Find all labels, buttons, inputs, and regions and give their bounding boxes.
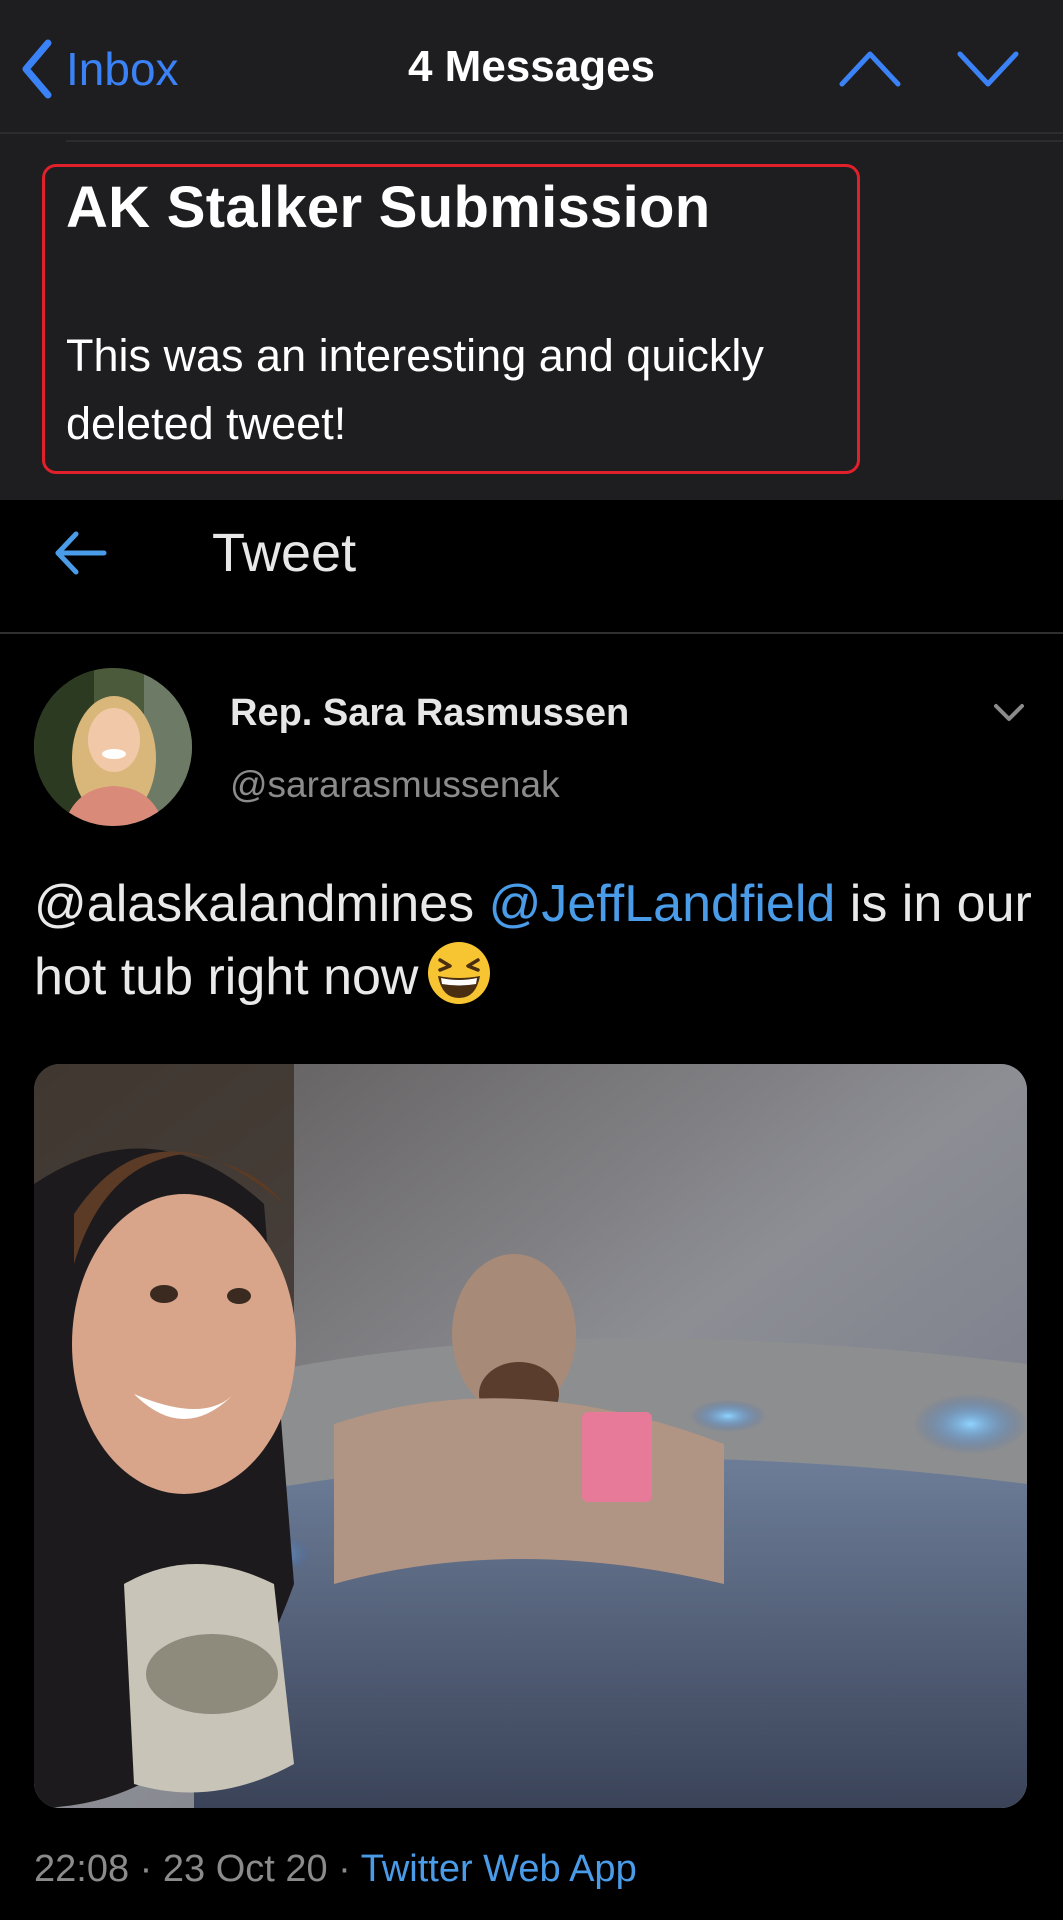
chevron-down-icon xyxy=(957,51,1019,87)
message-count-title: 4 Messages xyxy=(407,42,656,91)
chevron-left-icon xyxy=(22,39,52,99)
mention-link[interactable]: @JeffLandfield xyxy=(489,875,836,933)
author-avatar[interactable] xyxy=(34,668,192,826)
email-body: AK Stalker Submission This was an intere… xyxy=(0,134,1063,500)
tweet-timestamp-row: 22:08 · 23 Oct 20 · Twitter Web App xyxy=(34,1848,637,1891)
tweet-text: @alaskalandmines @JeffLandfield is in ou… xyxy=(34,868,1034,1013)
email-body-text: This was an interesting and quickly dele… xyxy=(66,330,764,449)
caret-down-icon[interactable] xyxy=(992,700,1026,724)
next-message-button[interactable] xyxy=(956,46,1020,92)
tweet-source-link[interactable]: Twitter Web App xyxy=(361,1848,637,1890)
email-subject: AK Stalker Submission xyxy=(66,175,711,240)
mail-nav-bar: Inbox 4 Messages xyxy=(0,0,1063,134)
inbox-back-label: Inbox xyxy=(66,43,179,95)
tweet-text-start: @alaskalandmines xyxy=(34,875,489,933)
grinning-squinting-face-emoji xyxy=(428,942,491,1004)
author-handle[interactable]: @sararasmussenak xyxy=(230,764,560,806)
arrow-left-icon[interactable] xyxy=(52,530,110,576)
tweet-timestamp: 22:08 · 23 Oct 20 · xyxy=(34,1848,361,1890)
chevron-up-icon xyxy=(839,51,901,87)
divider xyxy=(66,140,1063,142)
inbox-back-button[interactable]: Inbox xyxy=(20,36,179,102)
hot-tub-photo xyxy=(34,1064,1027,1808)
author-name[interactable]: Rep. Sara Rasmussen xyxy=(230,692,629,735)
previous-message-button[interactable] xyxy=(838,46,902,92)
tweet-photo[interactable] xyxy=(34,1064,1027,1808)
tweet-header: Tweet xyxy=(0,500,1063,634)
tweet-page-title: Tweet xyxy=(212,523,357,583)
